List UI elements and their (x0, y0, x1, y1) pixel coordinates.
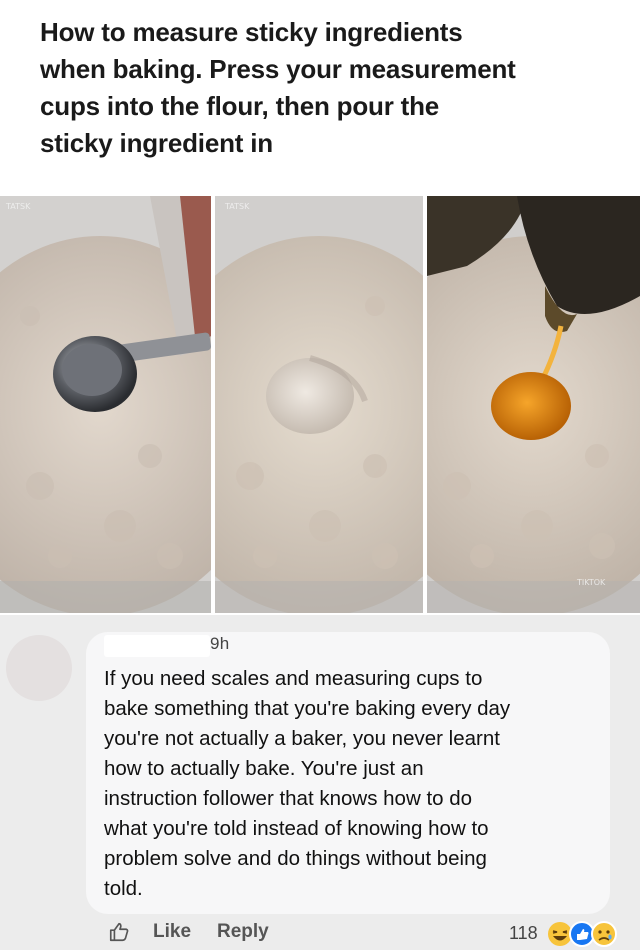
photo-scoop-in-flour[interactable]: TATSK (0, 196, 211, 613)
watermark: TATSK (225, 202, 250, 211)
reply-button[interactable]: Reply (217, 921, 269, 943)
image-strip: TATSK TATSK TIKTOK (0, 196, 640, 613)
like-reaction-icon (569, 921, 595, 947)
reaction-icons[interactable] (546, 920, 636, 948)
post-card: How to measure sticky ingredients when b… (0, 0, 640, 615)
post-caption: How to measure sticky ingredients when b… (40, 17, 516, 158)
comment-timestamp[interactable]: 9h (210, 634, 230, 654)
thumbs-up-icon[interactable] (108, 921, 130, 943)
photo-honey-pouring[interactable]: TIKTOK (427, 196, 640, 613)
commenter-avatar[interactable] (6, 635, 72, 701)
comment-text: If you need scales and measuring cups to… (104, 667, 511, 900)
watermark: TIKTOK (577, 578, 606, 587)
sad-reaction-icon (591, 921, 617, 947)
like-button[interactable]: Like (153, 921, 191, 943)
reaction-count[interactable]: 118 (509, 923, 538, 944)
laugh-reaction-icon (548, 922, 572, 946)
watermark: TATSK (6, 202, 31, 211)
comment-actions: Like Reply 118 (0, 918, 640, 950)
photo-hollow-in-flour[interactable]: TATSK (215, 196, 423, 613)
redacted-commenter-name (104, 635, 210, 657)
comment-section: 9h If you need scales and measuring cups… (0, 615, 640, 950)
